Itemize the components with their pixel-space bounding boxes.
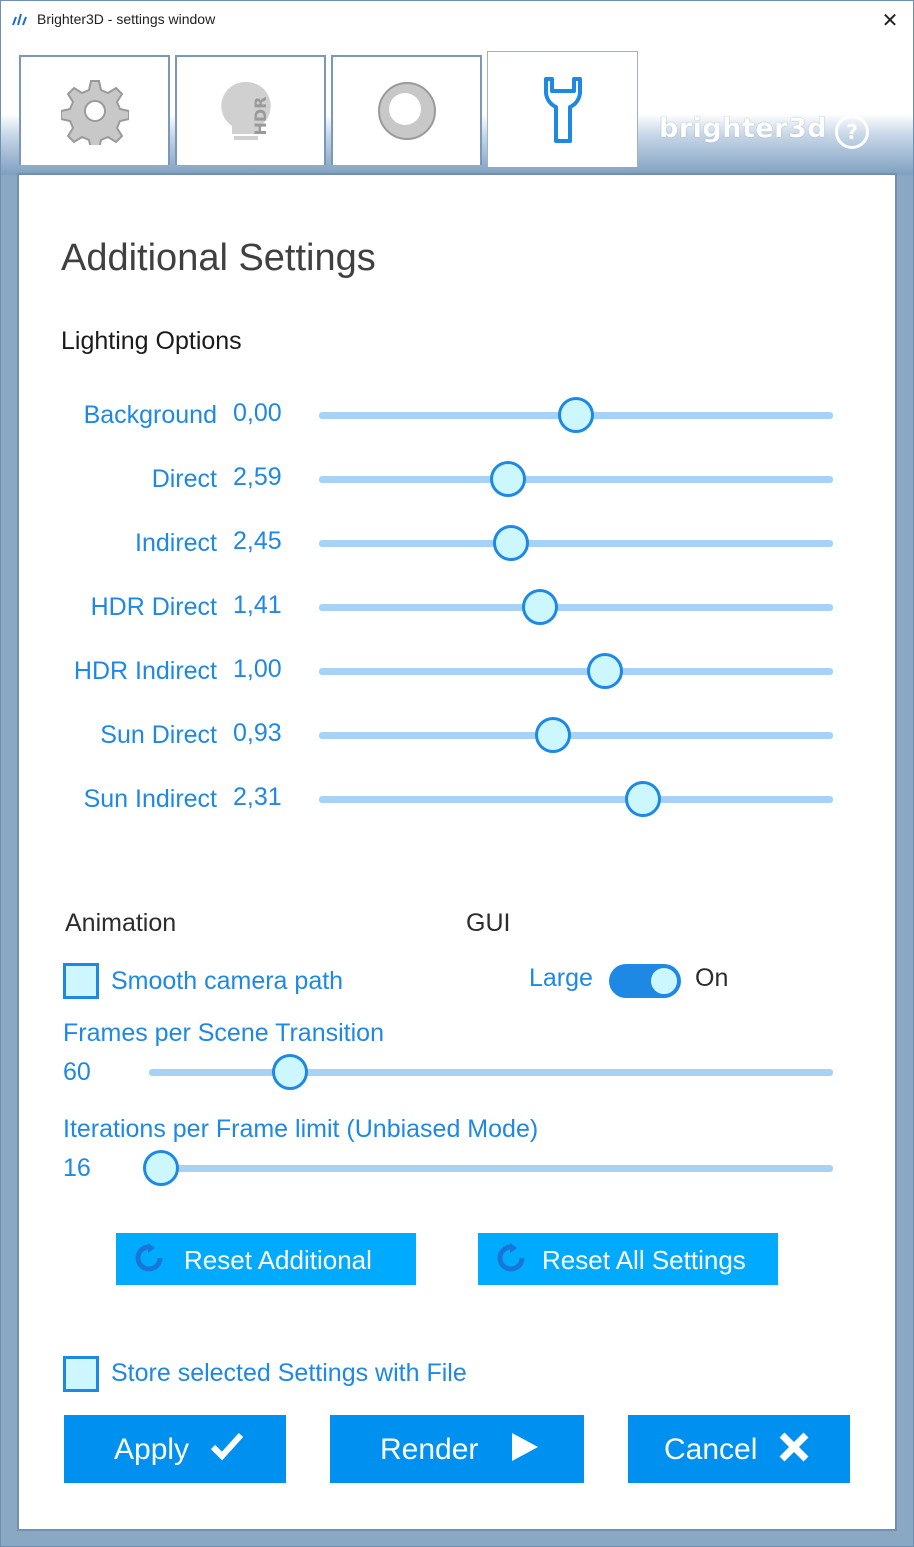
gui-title: GUI bbox=[466, 909, 511, 937]
frames-value: 60 bbox=[63, 1058, 91, 1086]
lighting-slider-track[interactable] bbox=[319, 540, 833, 547]
settings-panel bbox=[17, 173, 897, 1531]
iterations-slider-thumb[interactable] bbox=[143, 1150, 179, 1186]
lighting-slider-thumb[interactable] bbox=[492, 525, 529, 561]
frames-slider-track[interactable] bbox=[149, 1069, 833, 1076]
lighting-slider-value: 2,45 bbox=[233, 527, 282, 555]
checkmark-icon bbox=[210, 1432, 244, 1461]
play-icon bbox=[512, 1433, 538, 1461]
lighting-slider-track[interactable] bbox=[319, 732, 833, 739]
tab-hdr[interactable]: HDR bbox=[175, 55, 326, 165]
title-bar: Brighter3D - settings window ✕ bbox=[1, 1, 913, 39]
lighting-slider-thumb[interactable] bbox=[522, 589, 559, 625]
lighting-slider-value: 1,00 bbox=[233, 655, 282, 683]
lighting-slider-label: HDR Direct bbox=[90, 593, 217, 621]
gui-size-toggle[interactable] bbox=[609, 964, 681, 998]
close-icon[interactable]: ✕ bbox=[877, 7, 903, 33]
lighting-slider-label: Direct bbox=[151, 465, 217, 493]
window-title: Brighter3D - settings window bbox=[37, 11, 216, 27]
frames-slider-thumb[interactable] bbox=[272, 1054, 309, 1090]
lighting-slider-label: HDR Indirect bbox=[73, 657, 217, 685]
svg-text:HDR: HDR bbox=[251, 97, 270, 136]
animation-title: Animation bbox=[65, 909, 177, 937]
store-settings-label: Store selected Settings with File bbox=[111, 1359, 467, 1387]
lighting-slider-value: 0,00 bbox=[233, 399, 282, 427]
lighting-slider-track[interactable] bbox=[319, 796, 833, 803]
lighting-slider-label: Sun Indirect bbox=[83, 785, 217, 813]
hdr-bulb-icon: HDR bbox=[220, 81, 271, 140]
iterations-label: Iterations per Frame limit (Unbiased Mod… bbox=[63, 1115, 539, 1143]
iterations-value: 16 bbox=[63, 1154, 91, 1182]
reset-all-label: Reset All Settings bbox=[542, 1245, 746, 1275]
lighting-slider-track[interactable] bbox=[319, 604, 833, 611]
page-title: Additional Settings bbox=[61, 237, 376, 279]
reset-additional-label: Reset Additional bbox=[184, 1245, 372, 1275]
tab-strip: HDR brighter3d ? bbox=[1, 39, 913, 175]
smooth-camera-checkbox[interactable] bbox=[63, 963, 99, 999]
cancel-label: Cancel bbox=[664, 1433, 758, 1466]
settings-window: Brighter3D - settings window ✕ HDR brigh… bbox=[0, 0, 914, 1547]
close-x-icon bbox=[779, 1432, 809, 1462]
lighting-slider-thumb[interactable] bbox=[624, 781, 661, 817]
frames-label: Frames per Scene Transition bbox=[63, 1019, 384, 1047]
tab-general[interactable] bbox=[19, 55, 170, 165]
iterations-slider-track[interactable] bbox=[149, 1165, 833, 1172]
wrench-icon bbox=[543, 76, 582, 143]
lighting-slider-row: Background 0,00 bbox=[1, 397, 914, 441]
render-button[interactable]: Render bbox=[330, 1415, 584, 1483]
apply-label: Apply bbox=[114, 1433, 190, 1466]
gui-toggle-state: On bbox=[695, 964, 729, 992]
help-icon[interactable]: ? bbox=[835, 115, 869, 149]
cancel-button[interactable]: Cancel bbox=[628, 1415, 850, 1483]
lighting-slider-thumb[interactable] bbox=[534, 717, 571, 753]
gui-size-label: Large bbox=[529, 964, 593, 992]
lighting-slider-thumb[interactable] bbox=[489, 461, 526, 497]
toggle-knob[interactable] bbox=[648, 965, 680, 997]
lighting-slider-row: HDR Indirect 1,00 bbox=[1, 653, 914, 697]
lighting-slider-row: Sun Direct 0,93 bbox=[1, 717, 914, 761]
lighting-slider-row: Sun Indirect 2,31 bbox=[1, 781, 914, 825]
lighting-slider-value: 2,59 bbox=[233, 463, 282, 491]
tab-material[interactable] bbox=[331, 55, 482, 165]
lighting-slider-label: Indirect bbox=[135, 529, 217, 557]
gear-icon bbox=[60, 80, 129, 145]
refresh-icon bbox=[135, 1243, 163, 1272]
lighting-slider-thumb[interactable] bbox=[558, 397, 594, 433]
reset-all-button[interactable]: Reset All Settings bbox=[478, 1233, 778, 1285]
lighting-slider-value: 0,93 bbox=[233, 719, 282, 747]
lighting-slider-row: Direct 2,59 bbox=[1, 461, 914, 505]
lighting-slider-value: 2,31 bbox=[233, 783, 282, 811]
tab-additional[interactable] bbox=[487, 51, 638, 167]
render-label: Render bbox=[380, 1433, 479, 1466]
lighting-slider-track[interactable] bbox=[319, 668, 833, 675]
lighting-slider-row: Indirect 2,45 bbox=[1, 525, 914, 569]
lighting-slider-label: Sun Direct bbox=[100, 721, 217, 749]
reset-additional-button[interactable]: Reset Additional bbox=[116, 1233, 416, 1285]
lighting-slider-track[interactable] bbox=[319, 476, 833, 483]
sphere-icon bbox=[377, 82, 436, 140]
store-settings-checkbox[interactable] bbox=[63, 1356, 99, 1392]
brighter3d-logo-icon bbox=[12, 13, 27, 26]
lighting-slider-value: 1,41 bbox=[233, 591, 282, 619]
refresh-icon bbox=[497, 1243, 525, 1272]
lighting-slider-row: HDR Direct 1,41 bbox=[1, 589, 914, 633]
smooth-camera-label: Smooth camera path bbox=[111, 967, 344, 995]
lighting-options-title: Lighting Options bbox=[61, 327, 242, 355]
brand-logo: brighter3d bbox=[659, 113, 828, 144]
lighting-slider-thumb[interactable] bbox=[587, 653, 624, 689]
apply-button[interactable]: Apply bbox=[64, 1415, 286, 1483]
lighting-slider-label: Background bbox=[83, 401, 217, 429]
